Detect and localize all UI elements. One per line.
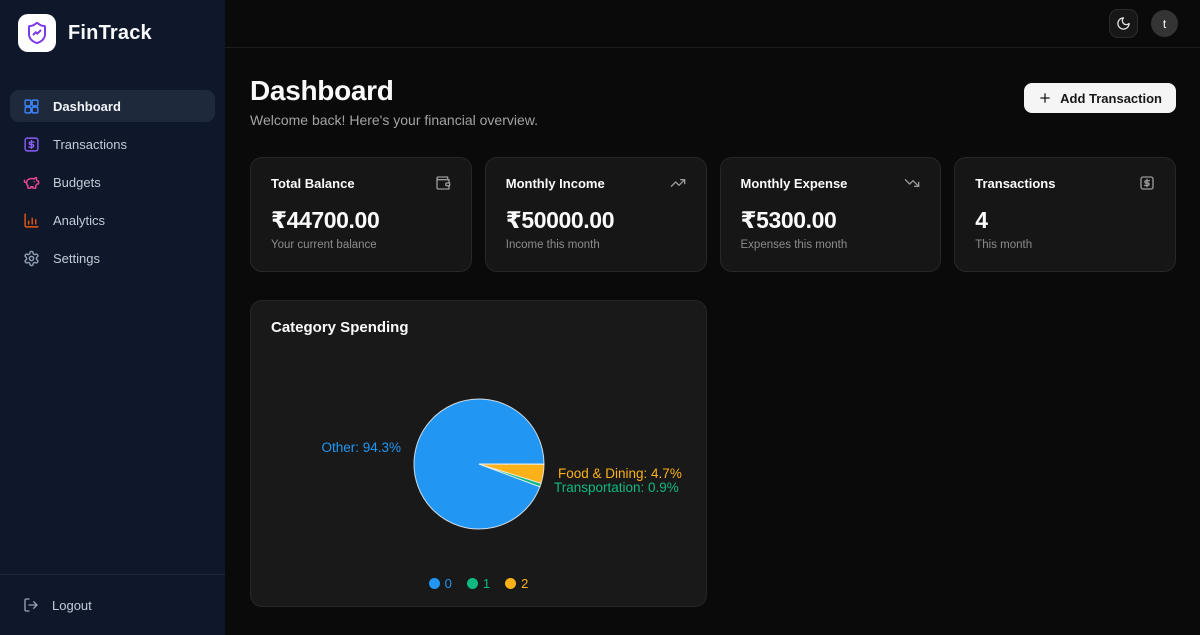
sidebar-item-label: Transactions bbox=[53, 137, 127, 152]
sidebar: FinTrack Dashboard Transactions bbox=[0, 0, 225, 635]
legend-item-0: 0 bbox=[429, 576, 452, 591]
dollar-square-icon bbox=[1139, 175, 1155, 191]
sidebar-item-label: Dashboard bbox=[53, 99, 121, 114]
stat-card-monthly-expense: Monthly Expense ₹5300.00 Expenses this m… bbox=[720, 157, 942, 272]
logout-button[interactable]: Logout bbox=[10, 590, 215, 620]
stat-subtitle: Expenses this month bbox=[741, 239, 921, 251]
pie-label-other: Other: 94.3% bbox=[321, 440, 401, 455]
shield-chart-icon bbox=[18, 14, 56, 52]
stat-card-monthly-income: Monthly Income ₹50000.00 Income this mon… bbox=[485, 157, 707, 272]
stats-row: Total Balance ₹44700.00 Your current bal… bbox=[250, 157, 1176, 272]
stat-title: Total Balance bbox=[271, 176, 355, 191]
pie-label-food-dining: Food & Dining: 4.7% bbox=[558, 466, 682, 481]
chart-legend: 0 1 2 bbox=[271, 576, 686, 591]
legend-dot bbox=[505, 578, 516, 589]
stat-title: Monthly Expense bbox=[741, 176, 848, 191]
gear-icon bbox=[23, 250, 40, 267]
chart-title: Category Spending bbox=[271, 319, 686, 336]
sidebar-item-label: Budgets bbox=[53, 175, 101, 190]
legend-label: 2 bbox=[521, 576, 528, 591]
topbar: t bbox=[225, 0, 1200, 48]
stat-subtitle: This month bbox=[975, 239, 1155, 251]
add-transaction-button[interactable]: Add Transaction bbox=[1024, 83, 1176, 113]
stat-card-transactions: Transactions 4 This month bbox=[954, 157, 1176, 272]
legend-dot bbox=[467, 578, 478, 589]
category-spending-card: Category Spending Other: 94.3% Food & Di… bbox=[250, 300, 707, 607]
trending-down-icon bbox=[904, 175, 920, 191]
pie-slices bbox=[414, 399, 544, 529]
logout-label: Logout bbox=[52, 598, 92, 613]
app-logo: FinTrack bbox=[0, 0, 225, 66]
bar-chart-icon bbox=[23, 212, 40, 229]
sidebar-item-settings[interactable]: Settings bbox=[10, 242, 215, 274]
trending-up-icon bbox=[670, 175, 686, 191]
legend-item-2: 2 bbox=[505, 576, 528, 591]
stat-subtitle: Income this month bbox=[506, 239, 686, 251]
sidebar-item-label: Settings bbox=[53, 251, 100, 266]
moon-icon bbox=[1116, 16, 1131, 31]
theme-toggle-button[interactable] bbox=[1109, 9, 1138, 38]
legend-label: 1 bbox=[483, 576, 490, 591]
stat-value: 4 bbox=[975, 207, 1155, 234]
main-content: Dashboard Welcome back! Here's your fina… bbox=[225, 49, 1200, 635]
sidebar-item-budgets[interactable]: Budgets bbox=[10, 166, 215, 198]
stat-title: Monthly Income bbox=[506, 176, 605, 191]
page-subtitle: Welcome back! Here's your financial over… bbox=[250, 112, 538, 128]
stat-title: Transactions bbox=[975, 176, 1055, 191]
sidebar-item-dashboard[interactable]: Dashboard bbox=[10, 90, 215, 122]
stat-value: ₹50000.00 bbox=[506, 207, 686, 234]
sidebar-item-analytics[interactable]: Analytics bbox=[10, 204, 215, 236]
dollar-square-icon bbox=[23, 136, 40, 153]
page-title: Dashboard bbox=[250, 75, 538, 107]
legend-item-1: 1 bbox=[467, 576, 490, 591]
sidebar-footer: Logout bbox=[0, 574, 225, 635]
avatar[interactable]: t bbox=[1151, 10, 1178, 37]
piggy-bank-icon bbox=[23, 174, 40, 191]
stat-value: ₹44700.00 bbox=[271, 207, 451, 234]
pie-chart: Other: 94.3% Food & Dining: 4.7% Transpo… bbox=[271, 342, 688, 574]
stat-card-total-balance: Total Balance ₹44700.00 Your current bal… bbox=[250, 157, 472, 272]
pie-label-transportation: Transportation: 0.9% bbox=[554, 480, 679, 495]
app-title: FinTrack bbox=[68, 22, 152, 45]
sidebar-item-label: Analytics bbox=[53, 213, 105, 228]
legend-dot bbox=[429, 578, 440, 589]
sidebar-nav: Dashboard Transactions Budgets bbox=[0, 90, 225, 274]
legend-label: 0 bbox=[445, 576, 452, 591]
plus-icon bbox=[1038, 91, 1052, 105]
layout-grid-icon bbox=[23, 98, 40, 115]
wallet-icon bbox=[435, 175, 451, 191]
stat-subtitle: Your current balance bbox=[271, 239, 451, 251]
sidebar-item-transactions[interactable]: Transactions bbox=[10, 128, 215, 160]
logout-icon bbox=[23, 597, 39, 613]
stat-value: ₹5300.00 bbox=[741, 207, 921, 234]
